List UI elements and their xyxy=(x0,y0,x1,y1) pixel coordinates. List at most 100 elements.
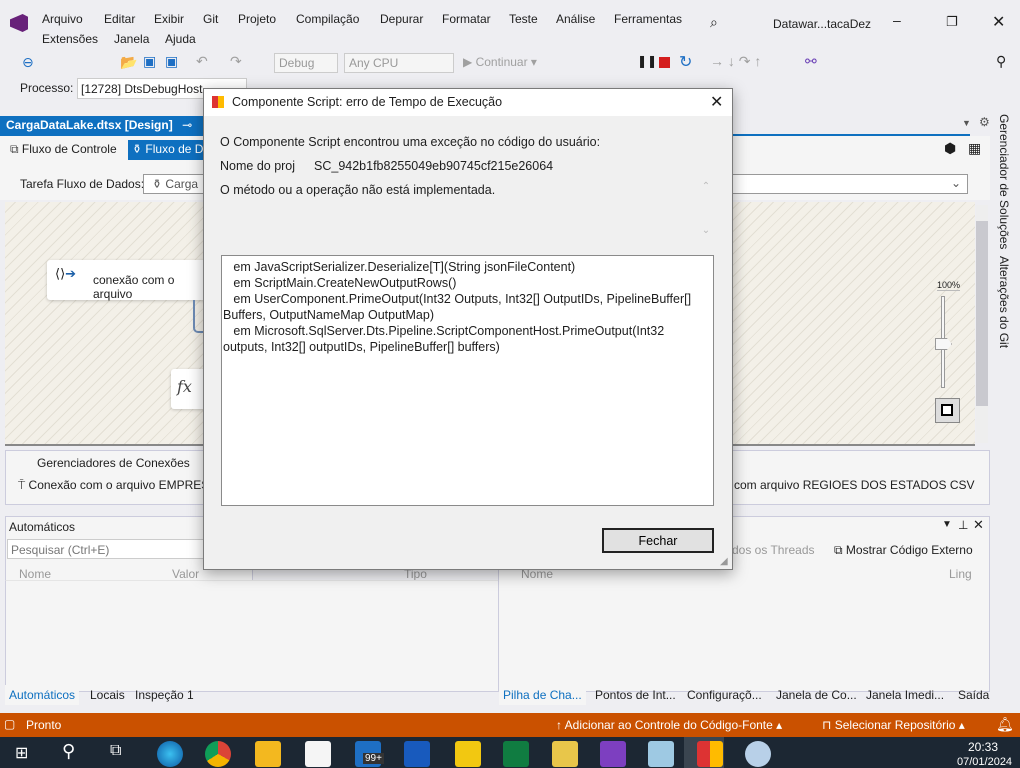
tab-fluxo-controle[interactable]: ⧉ Fluxo de Controle xyxy=(10,142,117,157)
file-explorer-icon[interactable] xyxy=(255,741,281,767)
column-header-nome[interactable]: Nome xyxy=(19,567,51,581)
zoom-fit-button[interactable] xyxy=(935,398,960,423)
back-icon[interactable]: ⊖ xyxy=(22,54,34,71)
redo-icon[interactable]: ↷ xyxy=(230,53,242,70)
connection-item[interactable]: ⍑ Conexão com o arquivo EMPRESA C xyxy=(18,478,229,493)
power-bi-icon[interactable] xyxy=(455,741,481,767)
search-taskbar-icon[interactable]: ⚲ xyxy=(62,741,75,762)
start-icon[interactable]: ⊞ xyxy=(15,743,28,763)
notepad-icon[interactable] xyxy=(648,741,674,767)
show-external-code-button[interactable]: ⧉ Mostrar Código Externo xyxy=(834,543,973,558)
select-repo-label: Selecionar Repositório xyxy=(834,718,956,732)
menu-formatar[interactable]: Formatar xyxy=(442,12,491,26)
search-icon[interactable]: ⌕ xyxy=(710,14,718,31)
tab-configuracoes[interactable]: Configuraçõ... xyxy=(687,688,762,702)
restore-button[interactable]: ❐ xyxy=(946,14,958,30)
resize-grip-icon[interactable]: ◢ xyxy=(720,556,728,567)
open-folder-icon[interactable]: 📂 xyxy=(120,54,137,71)
menu-ajuda[interactable]: Ajuda xyxy=(165,32,196,46)
vs-logo-icon xyxy=(10,14,28,32)
diagnostic-icon[interactable]: ⚯ xyxy=(805,53,817,70)
select-repo-button[interactable]: ⊓ Selecionar Repositório ▴ xyxy=(822,718,965,732)
panel-close-icon[interactable]: ✕ xyxy=(973,517,984,533)
close-button[interactable]: Fechar xyxy=(602,528,714,553)
side-tab-solution-explorer[interactable]: Gerenciador de Soluções xyxy=(997,114,1011,249)
connection-item[interactable]: com arquivo REGIOES DOS ESTADOS CSV xyxy=(734,478,975,492)
task-view-icon[interactable]: ⧉ xyxy=(110,742,121,760)
close-window-button[interactable]: ✕ xyxy=(992,12,1005,32)
stop-icon[interactable] xyxy=(659,57,670,68)
pause-icon[interactable]: ❚❚ xyxy=(637,54,657,68)
ssis-dialog-icon[interactable] xyxy=(697,741,723,767)
stack-trace-textbox[interactable]: em JavaScriptSerializer.Deserialize[T](S… xyxy=(221,255,714,506)
visual-studio-icon[interactable] xyxy=(600,741,626,767)
dropdown-icon[interactable]: ▼ xyxy=(962,118,971,128)
platform-select[interactable]: Any CPU xyxy=(344,53,454,73)
store-icon[interactable] xyxy=(305,741,331,767)
menu-teste[interactable]: Teste xyxy=(509,12,538,26)
tab-fluxo-dados[interactable]: ⚱ Fluxo de D xyxy=(128,140,208,160)
paint-icon[interactable] xyxy=(745,741,771,767)
menu-projeto[interactable]: Projeto xyxy=(238,12,276,26)
pin-icon[interactable]: ⊸ xyxy=(182,118,192,132)
tab-locais[interactable]: Locais xyxy=(90,688,125,702)
process-label: Processo: xyxy=(20,81,74,95)
step-icons[interactable]: → ↓ ↷ ↑ xyxy=(710,53,761,70)
notification-icon[interactable]: 🔔︎ xyxy=(996,716,1014,733)
menu-compilacao[interactable]: Compilação xyxy=(296,12,359,26)
tab-saida[interactable]: Saída xyxy=(958,688,989,702)
tab-automaticos[interactable]: Automáticos xyxy=(5,685,80,705)
column-header-valor[interactable]: Valor xyxy=(172,567,199,581)
tab-janela-imediata[interactable]: Janela Imedi... xyxy=(866,688,944,702)
menu-editar[interactable]: Editar xyxy=(104,12,135,26)
live-share-icon[interactable]: ⚲ xyxy=(996,53,1006,70)
restart-icon[interactable]: ↻ xyxy=(679,52,692,72)
project-value: SC_942b1fb8255049eb90745cf215e26064 xyxy=(314,159,554,173)
pin-icon[interactable]: ⊥ xyxy=(958,518,968,532)
word-icon[interactable] xyxy=(404,741,430,767)
menu-extensoes[interactable]: Extensões xyxy=(42,32,98,46)
tools-icon[interactable] xyxy=(552,741,578,767)
menu-ferramentas[interactable]: Ferramentas xyxy=(614,12,682,26)
clock-time[interactable]: 20:33 xyxy=(968,740,998,754)
variables-icon[interactable]: ▦ xyxy=(968,140,981,157)
minimize-button[interactable]: – xyxy=(893,12,901,28)
chrome-icon[interactable] xyxy=(205,741,231,767)
dialog-close-icon[interactable]: ✕ xyxy=(710,92,723,112)
undo-icon[interactable]: ↶ xyxy=(196,53,208,70)
save-all-icon[interactable]: ▣ xyxy=(165,53,178,70)
menu-depurar[interactable]: Depurar xyxy=(380,12,423,26)
toolbox-icon[interactable]: ⬢ xyxy=(944,140,956,157)
message-scrollbar[interactable]: ⌃ ⌄ xyxy=(698,181,714,251)
side-tab-git-changes[interactable]: Alterações do Git xyxy=(997,256,1011,348)
continue-button[interactable]: ▶ Continuar ▾ xyxy=(463,55,537,69)
menu-git[interactable]: Git xyxy=(203,12,218,26)
tab-inspecao[interactable]: Inspeção 1 xyxy=(135,688,194,702)
column-header-ling[interactable]: Ling xyxy=(949,567,972,581)
mail-icon[interactable]: 99+ xyxy=(355,741,384,767)
tab-pilha-chamadas[interactable]: Pilha de Cha... xyxy=(499,685,586,705)
doc-tab-active[interactable]: CargaDataLake.dtsx [Design] ⊸ xyxy=(0,116,205,135)
menu-exibir[interactable]: Exibir xyxy=(154,12,184,26)
connection-managers-tab[interactable]: Gerenciadores de Conexões xyxy=(37,456,190,470)
component-source[interactable]: ⟨⟩➔ conexão com o arquivo xyxy=(47,260,217,301)
canvas-scrollbar[interactable] xyxy=(976,205,988,443)
gear-icon[interactable]: ⚙ xyxy=(979,115,990,129)
save-icon[interactable]: ▣ xyxy=(143,53,156,70)
menu-analise[interactable]: Análise xyxy=(556,12,595,26)
source-control-button[interactable]: ↑ Adicionar ao Controle do Código-Fonte … xyxy=(556,718,782,732)
autos-search-input[interactable]: Pesquisar (Ctrl+E) xyxy=(7,539,207,559)
menu-arquivo[interactable]: Arquivo xyxy=(42,12,83,26)
excel-icon[interactable] xyxy=(503,741,529,767)
panel-menu-icon[interactable]: ▼ xyxy=(942,519,952,530)
tab-janela-comando[interactable]: Janela de Co... xyxy=(776,688,857,702)
config-select[interactable]: Debug xyxy=(274,53,338,73)
dialog-titlebar: Componente Script: erro de Tempo de Exec… xyxy=(204,89,732,116)
show-threads-label[interactable]: dos os Threads xyxy=(732,543,815,557)
menu-janela[interactable]: Janela xyxy=(114,32,149,46)
tab-pontos-interrupcao[interactable]: Pontos de Int... xyxy=(595,688,676,702)
clock-date[interactable]: 07/01/2024 xyxy=(957,756,1012,768)
edge-icon[interactable] xyxy=(157,741,183,767)
error-intro: O Componente Script encontrou uma exceçã… xyxy=(220,135,601,149)
component-source-label: conexão com o arquivo xyxy=(93,273,175,301)
